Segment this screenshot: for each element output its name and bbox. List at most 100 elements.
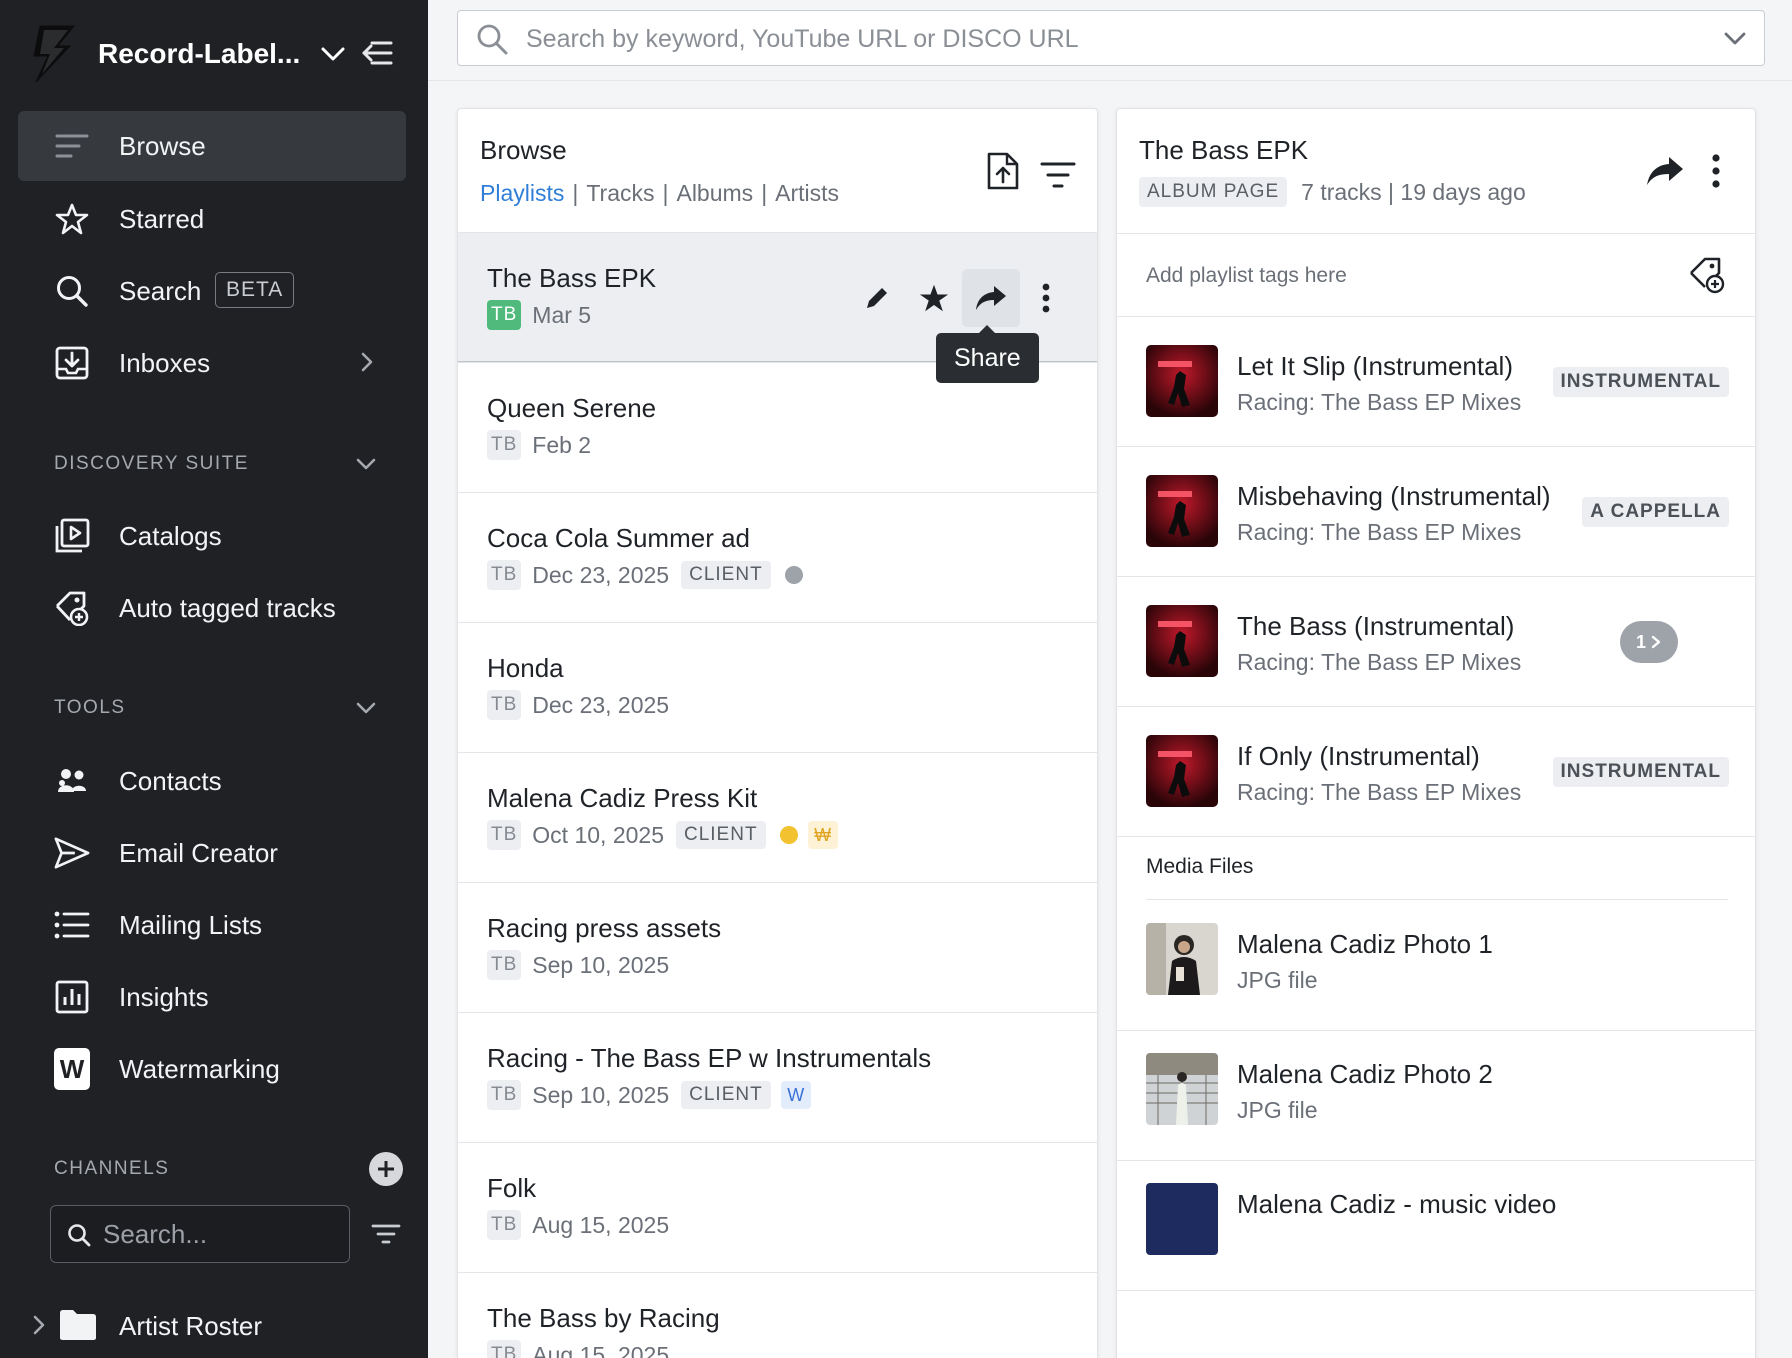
upload-file-icon[interactable] [986, 151, 1020, 191]
inbox-icon [54, 345, 90, 381]
edit-button[interactable] [848, 269, 906, 327]
nav-label: Auto tagged tracks [119, 592, 336, 623]
playlist-meta: TB Dec 23, 2025 [487, 689, 669, 721]
tab-tracks[interactable]: Tracks [586, 180, 654, 206]
owner-badge: TB [487, 1340, 522, 1358]
owner-badge: TB [487, 300, 522, 330]
label-logo-icon [33, 25, 76, 83]
tab-albums[interactable]: Albums [676, 180, 753, 206]
track-album: Racing: The Bass EP Mixes [1237, 649, 1522, 675]
channel-search-input[interactable] [103, 1216, 333, 1252]
tab-separator: | [572, 180, 579, 206]
track-title: Let It Slip (Instrumental) [1237, 351, 1513, 381]
media-file-row[interactable]: Malena Cadiz Photo 1 JPG file [1117, 901, 1755, 1031]
playlist-meta: TB Sep 10, 2025 [487, 949, 669, 981]
watermark-w-icon: W [54, 1048, 90, 1090]
track-title: If Only (Instrumental) [1237, 741, 1480, 771]
folder-label: Artist Roster [119, 1311, 263, 1341]
nav-contacts[interactable]: Contacts [18, 746, 406, 816]
kebab-icon[interactable] [1711, 153, 1721, 189]
chevron-down-icon[interactable] [354, 452, 378, 476]
global-search-box [457, 10, 1765, 66]
album-title: The Bass EPK [1139, 135, 1309, 165]
track-tag: INSTRUMENTAL [1552, 367, 1729, 397]
version-count-pill[interactable]: 1 [1620, 621, 1678, 663]
playlist-row[interactable]: Racing - The Bass EP w Instrumentals TB … [458, 1012, 1097, 1142]
nav-label: Email Creator [119, 837, 278, 868]
nav-watermarking[interactable]: W Watermarking [18, 1034, 406, 1104]
nav-label: Browse [119, 130, 206, 161]
track-row[interactable]: Let It Slip (Instrumental) Racing: The B… [1117, 317, 1755, 447]
playlist-meta: TB Dec 23, 2025 CLIENT [487, 559, 803, 591]
track-album: Racing: The Bass EP Mixes [1237, 519, 1522, 545]
track-tag: A CAPPELLA [1582, 497, 1729, 527]
client-badge: CLIENT [681, 1081, 771, 1109]
owner-badge: TB [487, 430, 522, 460]
global-search-input[interactable] [526, 21, 1676, 57]
playlist-tags-row[interactable]: Add playlist tags here [1117, 233, 1755, 317]
track-row[interactable]: If Only (Instrumental) Racing: The Bass … [1117, 707, 1755, 837]
more-options-button[interactable] [1026, 269, 1066, 327]
album-meta: ALBUM PAGE 7 tracks | 19 days ago [1139, 177, 1526, 207]
nav-mailing-lists[interactable]: Mailing Lists [18, 890, 406, 960]
add-channel-button[interactable] [369, 1152, 403, 1186]
track-row[interactable]: The Bass (Instrumental) Racing: The Bass… [1117, 577, 1755, 707]
playlist-row[interactable]: Malena Cadiz Press Kit TB Oct 10, 2025 C… [458, 752, 1097, 882]
tab-separator: | [761, 180, 768, 206]
track-album: Racing: The Bass EP Mixes [1237, 779, 1522, 805]
tab-playlists[interactable]: Playlists [480, 180, 564, 206]
collapse-sidebar-icon[interactable] [360, 36, 394, 70]
nav-label: Catalogs [119, 520, 222, 551]
nav-auto-tagged-tracks[interactable]: Auto tagged tracks [18, 573, 406, 643]
nav-label: Search [119, 275, 202, 306]
tab-artists[interactable]: Artists [775, 180, 839, 206]
chevron-right-icon [361, 352, 373, 372]
chevron-right-icon [1651, 635, 1661, 649]
media-title: Malena Cadiz Photo 1 [1237, 929, 1493, 959]
album-cover-image [1146, 345, 1218, 417]
workspace-switcher[interactable]: Record-Label... [28, 22, 348, 86]
nav-label: Mailing Lists [119, 909, 263, 940]
share-tooltip: Share [936, 325, 1039, 383]
tags-placeholder: Add playlist tags here [1146, 264, 1347, 287]
playlist-date: Aug 15, 2025 [532, 1341, 670, 1358]
media-file-row[interactable]: Malena Cadiz - music video [1117, 1161, 1755, 1291]
media-file-row[interactable]: Malena Cadiz Photo 2 JPG file [1117, 1031, 1755, 1161]
tag-add-icon [54, 590, 90, 626]
playlist-date: Feb 2 [532, 431, 592, 458]
chevron-down-icon[interactable] [354, 696, 378, 720]
track-title: The Bass (Instrumental) [1237, 611, 1515, 641]
playlist-row[interactable]: Coca Cola Summer ad TB Dec 23, 2025 CLIE… [458, 492, 1097, 622]
folder-artist-roster[interactable]: Artist Roster [22, 1296, 412, 1356]
share-arrow-icon [976, 286, 1006, 310]
client-badge: CLIENT [675, 821, 766, 849]
filter-icon[interactable] [1040, 161, 1076, 189]
browse-panel: Browse Playlists | Tracks | Albums | Artists T… [457, 108, 1098, 1358]
nav-browse[interactable]: Browse [18, 111, 406, 181]
playlist-row[interactable]: The Bass by Racing TB Aug 15, 2025 [458, 1272, 1097, 1358]
chevron-down-icon[interactable] [1722, 27, 1748, 51]
playlist-row[interactable]: Folk TB Aug 15, 2025 [458, 1142, 1097, 1272]
star-button[interactable] [905, 269, 963, 327]
nav-starred[interactable]: Starred [18, 184, 406, 254]
media-type: JPG file [1237, 967, 1318, 993]
filter-icon[interactable] [370, 1222, 402, 1246]
media-divider [1146, 899, 1728, 900]
nav-email-creator[interactable]: Email Creator [18, 818, 406, 888]
playlist-title: Coca Cola Summer ad [487, 523, 750, 553]
playlist-row[interactable]: Racing press assets TB Sep 10, 2025 [458, 882, 1097, 1012]
track-row[interactable]: Misbehaving (Instrumental) Racing: The B… [1117, 447, 1755, 577]
share-button[interactable] [962, 269, 1020, 327]
playlist-meta: TB Mar 5 [487, 299, 591, 331]
nav-search[interactable]: Search BETA [18, 256, 406, 326]
playlist-title: Honda [487, 653, 564, 683]
nav-insights[interactable]: Insights [18, 962, 406, 1032]
playlist-row[interactable]: Honda TB Dec 23, 2025 [458, 622, 1097, 752]
playlist-date: Dec 23, 2025 [532, 561, 670, 588]
star-outline-icon [54, 201, 90, 237]
nav-catalogs[interactable]: Catalogs [18, 501, 406, 571]
playlist-title: The Bass by Racing [487, 1303, 720, 1333]
share-arrow-icon[interactable] [1645, 153, 1685, 189]
tag-add-icon[interactable] [1688, 256, 1726, 294]
nav-inboxes[interactable]: Inboxes [18, 328, 406, 398]
